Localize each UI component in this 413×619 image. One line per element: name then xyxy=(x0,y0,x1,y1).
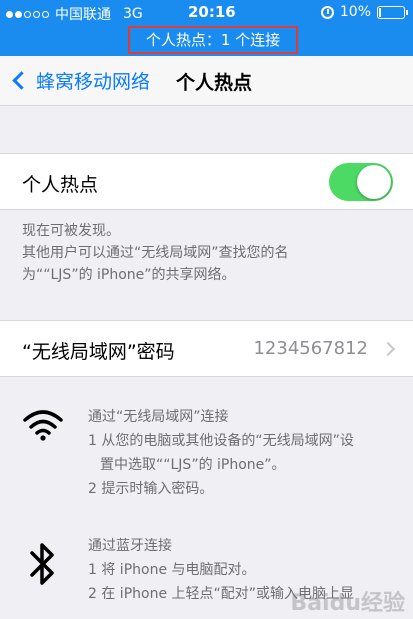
carrier-name: 中国联通 xyxy=(55,7,111,23)
signal-dot xyxy=(42,10,49,18)
network-type: 3G xyxy=(123,6,143,22)
navigation-bar: 蜂窝移动网络 个人热点 xyxy=(0,56,413,106)
hotspot-toggle[interactable] xyxy=(329,163,393,201)
wifi-instructions-title: 通过“无线局域网”连接 xyxy=(88,409,229,425)
toggle-knob xyxy=(357,165,391,199)
hotspot-toggle-cell: 个人热点 xyxy=(0,153,413,210)
hotspot-label: 个人热点 xyxy=(22,174,99,196)
chevron-left-icon xyxy=(12,71,31,90)
chevron-right-icon xyxy=(380,341,396,357)
signal-strength-icon xyxy=(6,10,49,18)
signal-dot xyxy=(6,10,13,18)
alarm-icon xyxy=(320,5,334,19)
status-left: 中国联通 3G xyxy=(6,4,143,24)
password-value: 1234567812 xyxy=(253,338,368,359)
back-button[interactable]: 蜂窝移动网络 xyxy=(10,67,150,94)
battery-tip xyxy=(406,9,408,15)
status-time: 20:16 xyxy=(188,3,236,21)
status-bar: 中国联通 3G 20:16 10% xyxy=(0,0,413,26)
footnote-line: 现在可被发现。 xyxy=(22,223,120,239)
bluetooth-icon xyxy=(30,543,54,585)
battery-percent: 10% xyxy=(339,4,371,20)
signal-dot xyxy=(33,10,40,18)
footnote-line: 为““LJS”的 iPhone”的共享网络。 xyxy=(22,267,236,283)
wifi-instructions: 通过“无线局域网”连接 1 从您的电脑或其他设备的“无线局域网”设 置中选取““… xyxy=(88,405,354,501)
page-title: 个人热点 xyxy=(176,72,253,94)
status-right: 10% xyxy=(320,4,408,20)
wifi-step: 1 从您的电脑或其他设备的“无线局域网”设 xyxy=(88,433,354,449)
watermark: Baidu经验 xyxy=(290,591,405,616)
password-label: “无线局域网”密码 xyxy=(22,341,175,363)
battery-fill xyxy=(379,7,381,17)
bluetooth-instructions-title: 通过蓝牙连接 xyxy=(88,538,172,554)
bluetooth-step: 1 将 iPhone 与电脑配对。 xyxy=(88,562,256,578)
signal-dot xyxy=(15,10,22,18)
back-button-label: 蜂窝移动网络 xyxy=(36,71,151,93)
signal-dot xyxy=(24,10,31,18)
hotspot-connection-banner[interactable]: 个人热点：1 个连接 xyxy=(128,26,298,54)
battery-icon xyxy=(377,5,408,19)
discoverable-footnote: 现在可被发现。 其他用户可以通过“无线局域网”查找您的名 为““LJS”的 iP… xyxy=(22,220,289,286)
status-area: 中国联通 3G 20:16 10% 个人热点：1 个连接 xyxy=(0,0,413,56)
wifi-step: 2 提示时输入密码。 xyxy=(88,481,214,497)
wifi-icon xyxy=(23,410,63,441)
footnote-line: 其他用户可以通过“无线局域网”查找您的名 xyxy=(22,245,289,261)
wifi-password-cell[interactable]: “无线局域网”密码 1234567812 xyxy=(0,320,413,377)
wifi-step: 置中选取““LJS”的 iPhone”。 xyxy=(100,457,286,473)
